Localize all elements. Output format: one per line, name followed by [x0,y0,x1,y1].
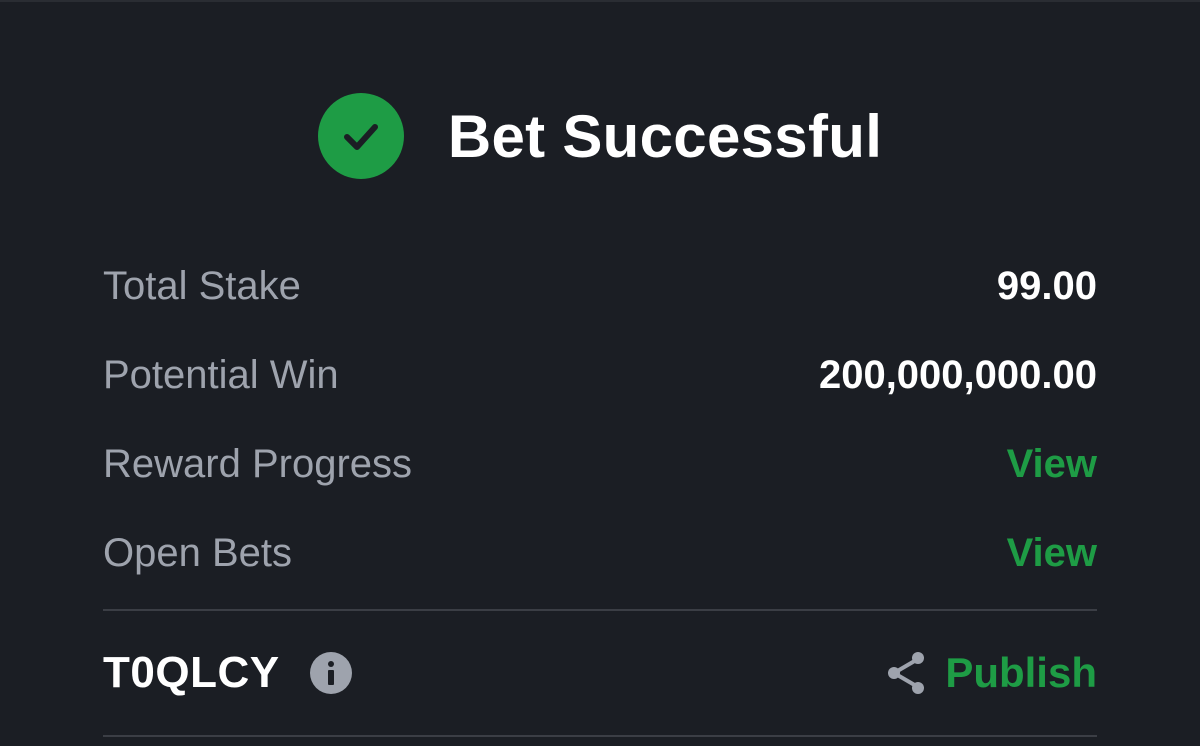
booking-code-group: T0QLCY [103,648,352,698]
bet-success-screen: Bet Successful Total Stake 99.00 Potenti… [0,0,1200,746]
reward-progress-view-link[interactable]: View [1007,442,1097,487]
publish-label: Publish [945,649,1097,696]
publish-button[interactable]: Publish [885,649,1097,697]
header: Bet Successful [0,90,1200,182]
info-icon[interactable] [309,652,352,694]
share-icon [885,650,927,696]
info-icon-bar [327,670,334,685]
check-circle-icon [317,93,404,179]
top-divider [0,0,1200,2]
booking-footer: T0QLCY Publish [103,632,1097,714]
total-stake-row: Total Stake 99.00 [103,242,1097,331]
open-bets-view-link[interactable]: View [1007,531,1097,576]
info-icon-dot [327,661,334,667]
potential-win-value: 200,000,000.00 [818,353,1097,397]
total-stake-label: Total Stake [103,264,301,308]
divider [103,609,1097,611]
potential-win-row: Potential Win 200,000,000.00 [103,331,1097,420]
reward-progress-label: Reward Progress [103,442,413,486]
booking-code: T0QLCY [103,648,280,697]
potential-win-label: Potential Win [103,353,339,397]
reward-progress-row: Reward Progress View [103,420,1097,509]
open-bets-row: Open Bets View [103,509,1097,598]
divider [103,735,1097,737]
total-stake-value: 99.00 [996,264,1097,308]
page-title: Bet Successful [447,102,883,170]
open-bets-label: Open Bets [103,531,293,575]
bet-summary: Total Stake 99.00 Potential Win 200,000,… [103,242,1097,598]
